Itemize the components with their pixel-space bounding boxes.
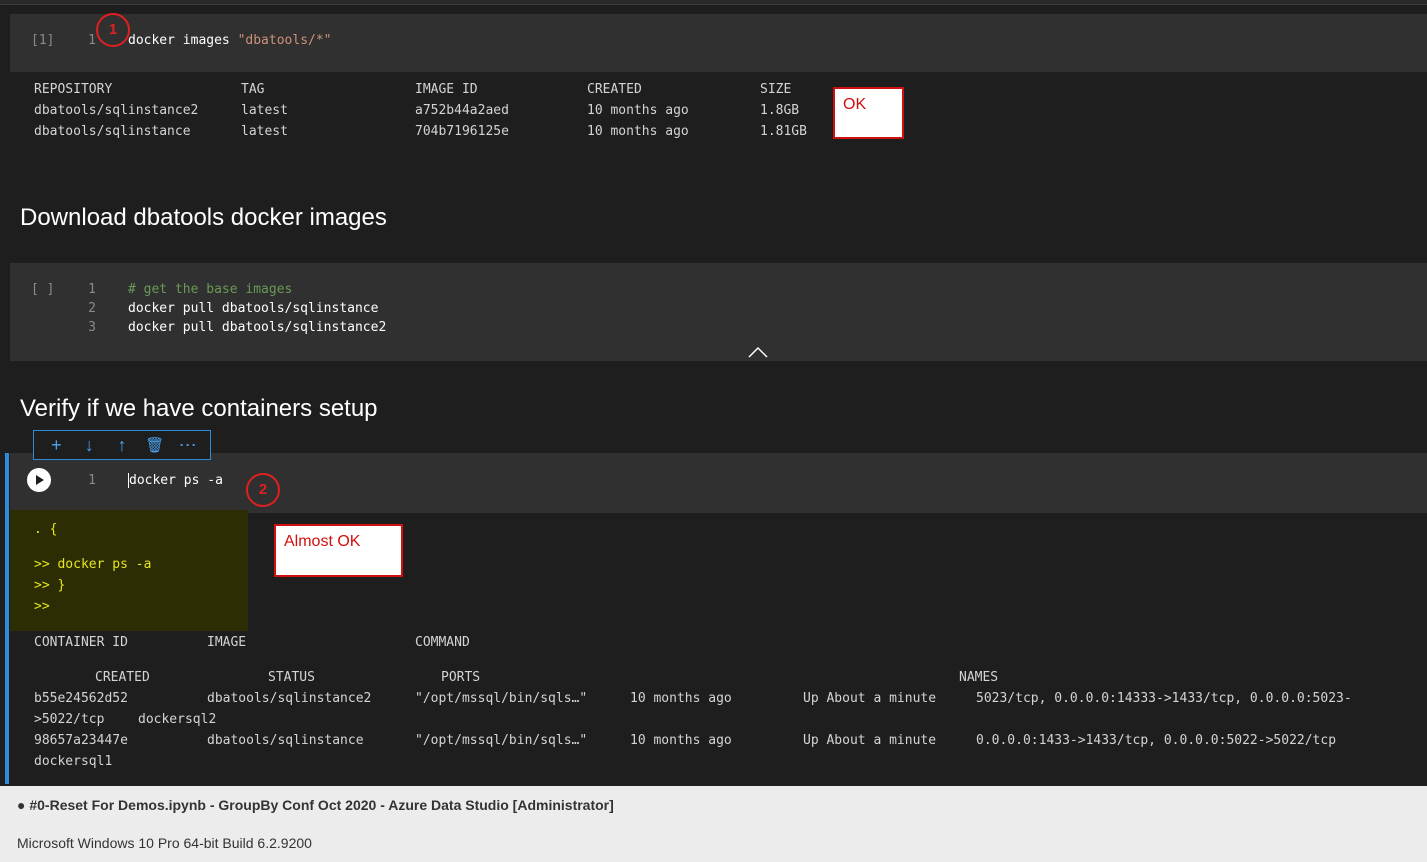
- output-header-ports: PORTS: [441, 670, 481, 685]
- code-line[interactable]: docker ps -a: [128, 473, 223, 488]
- output-cell: 1.8GB: [760, 103, 800, 118]
- container-command: "/opt/mssql/bin/sqls…": [415, 733, 588, 748]
- move-down-icon[interactable]: ↓: [76, 435, 102, 456]
- output-cell: 10 months ago: [587, 124, 689, 139]
- output-cell: latest: [241, 124, 288, 139]
- cell-toolbar: + ↓ ↑ 🗑 ⋯: [33, 430, 211, 460]
- output-header-created: CREATED: [95, 670, 150, 685]
- active-cell-indicator: [5, 453, 9, 784]
- markdown-heading-download: Download dbatools docker images: [20, 204, 387, 231]
- code-line[interactable]: docker pull dbatools/sqlinstance2: [128, 320, 386, 335]
- echo-line: . {: [34, 522, 58, 537]
- output-cell: 704b7196125e: [415, 124, 509, 139]
- container-id: 98657a23447e: [34, 733, 128, 748]
- container-name: dockersql1: [34, 754, 113, 769]
- container-status: Up About a minute: [803, 691, 937, 706]
- container-ports: 5023/tcp, 0.0.0.0:14333->1433/tcp, 0.0.0…: [976, 691, 1352, 706]
- container-image: dbatools/sqlinstance2: [207, 691, 372, 706]
- container-id: b55e24562d52: [34, 691, 128, 706]
- output-header-repository: REPOSITORY: [34, 82, 113, 97]
- move-up-icon[interactable]: ↑: [109, 435, 135, 456]
- output-header-status: STATUS: [268, 670, 315, 685]
- output-cell: 10 months ago: [587, 103, 689, 118]
- container-image: dbatools/sqlinstance: [207, 733, 364, 748]
- echo-line: >> }: [34, 578, 66, 593]
- delete-cell-icon[interactable]: 🗑: [142, 436, 168, 454]
- echo-line: >> docker ps -a: [34, 557, 152, 572]
- annotation-marker-2: 2: [246, 473, 280, 507]
- code-command: docker images: [128, 33, 238, 48]
- collapse-chevron-up-icon[interactable]: [748, 346, 768, 358]
- output-cell: dbatools/sqlinstance: [34, 124, 191, 139]
- output-header-container-id: CONTAINER ID: [34, 635, 128, 650]
- os-info: Microsoft Windows 10 Pro 64-bit Build 6.…: [17, 835, 312, 851]
- container-created: 10 months ago: [630, 691, 732, 706]
- annotation-marker-1: 1: [96, 13, 130, 47]
- output-header-tag: TAG: [241, 82, 265, 97]
- window-title: ● #0-Reset For Demos.ipynb - GroupBy Con…: [17, 797, 614, 813]
- more-actions-icon[interactable]: ⋯: [175, 435, 201, 456]
- line-number: 1: [88, 473, 96, 488]
- annotation-note-almost-ok: Almost OK: [274, 524, 403, 577]
- output-cell: a752b44a2aed: [415, 103, 509, 118]
- output-cell: latest: [241, 103, 288, 118]
- output-header-size: SIZE: [760, 82, 792, 97]
- container-status: Up About a minute: [803, 733, 937, 748]
- execution-count: [1]: [31, 33, 55, 48]
- container-ports-wrap: >5022/tcp: [34, 712, 105, 727]
- code-line[interactable]: docker pull dbatools/sqlinstance: [128, 301, 378, 316]
- output-header-command: COMMAND: [415, 635, 470, 650]
- code-line[interactable]: docker images "dbatools/*": [128, 33, 332, 48]
- echo-line: >>: [34, 599, 50, 614]
- output-header-created: CREATED: [587, 82, 642, 97]
- output-header-names: NAMES: [959, 670, 999, 685]
- container-command: "/opt/mssql/bin/sqls…": [415, 691, 588, 706]
- output-header-image: IMAGE: [207, 635, 247, 650]
- output-header-image-id: IMAGE ID: [415, 82, 478, 97]
- window-top-border: [0, 0, 1427, 5]
- run-cell-button[interactable]: [27, 468, 51, 492]
- container-name: dockersql2: [138, 712, 217, 727]
- container-ports: 0.0.0.0:1433->1433/tcp, 0.0.0.0:5022->50…: [976, 733, 1337, 748]
- output-cell: 1.81GB: [760, 124, 807, 139]
- line-number: 3: [88, 320, 96, 335]
- execution-count: [ ]: [31, 282, 55, 297]
- add-cell-icon[interactable]: +: [43, 435, 69, 456]
- line-number: 1: [88, 282, 96, 297]
- annotation-note-ok: OK: [833, 87, 904, 139]
- line-number: 1: [88, 33, 96, 48]
- code-string: "dbatools/*": [237, 33, 332, 48]
- code-comment[interactable]: # get the base images: [128, 282, 292, 297]
- markdown-heading-verify: Verify if we have containers setup: [20, 395, 378, 422]
- container-created: 10 months ago: [630, 733, 732, 748]
- line-number: 2: [88, 301, 96, 316]
- output-cell: dbatools/sqlinstance2: [34, 103, 199, 118]
